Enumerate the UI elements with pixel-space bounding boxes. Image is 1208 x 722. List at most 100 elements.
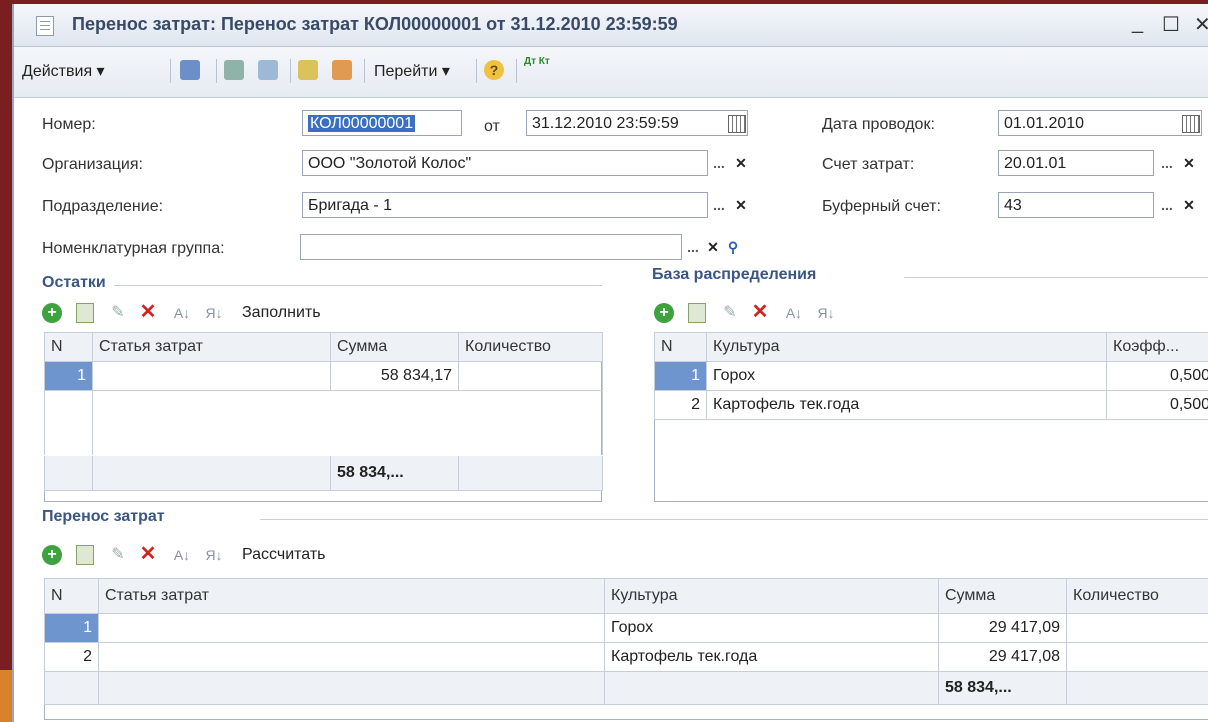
edit-row-icon[interactable]: ✎ (108, 545, 128, 565)
sort-desc-icon[interactable]: Я↓ (816, 303, 836, 323)
nomenclature-group-field[interactable] (300, 234, 682, 260)
sort-asc-icon[interactable]: A↓ (172, 303, 192, 323)
row-number[interactable]: 1 (654, 361, 707, 391)
column-header[interactable]: Количество (458, 332, 603, 362)
post-and-close-icon[interactable] (180, 60, 200, 80)
clear-icon[interactable]: ✕ (730, 192, 752, 218)
minimize-button[interactable]: _ (1132, 12, 1143, 35)
coefficient-cell[interactable]: 0,500 (1106, 361, 1208, 391)
help-icon[interactable]: ? (484, 60, 504, 80)
dt-kt-icon[interactable]: Дт Кт (524, 56, 554, 76)
column-header[interactable]: Количество (1066, 578, 1208, 614)
column-header[interactable]: Культура (604, 578, 939, 614)
column-header[interactable]: Сумма (330, 332, 459, 362)
column-header[interactable]: N (44, 578, 99, 614)
culture-cell[interactable]: Горох (604, 613, 939, 643)
goto-menu[interactable]: Перейти ▾ (374, 61, 450, 81)
close-button[interactable]: ✕ (1194, 12, 1208, 37)
calendar-icon[interactable] (728, 115, 746, 133)
culture-cell[interactable]: Горох (706, 361, 1107, 391)
add-row-icon[interactable]: + (42, 545, 62, 565)
division-field[interactable]: Бригада - 1 (302, 192, 708, 218)
sort-asc-icon[interactable]: A↓ (784, 303, 804, 323)
fill-button[interactable]: Заполнить (242, 304, 321, 322)
quantity-cell[interactable] (1066, 642, 1208, 672)
date-field[interactable]: 31.12.2010 23:59:59 (526, 110, 748, 136)
column-header[interactable]: Коэфф... (1106, 332, 1208, 362)
coefficient-cell[interactable]: 0,500 (1106, 390, 1208, 420)
cost-account-field[interactable]: 20.01.01 (998, 150, 1154, 176)
nomenclature-group-label: Номенклатурная группа: (42, 240, 225, 257)
clear-icon[interactable]: ✕ (1178, 150, 1200, 176)
column-header[interactable]: Статья затрат (92, 332, 331, 362)
unpost-icon[interactable] (332, 60, 352, 80)
division-label: Подразделение: (42, 198, 164, 215)
organization-field[interactable]: ООО "Золотой Колос" (302, 150, 708, 176)
post-icon[interactable] (298, 60, 318, 80)
culture-cell[interactable]: Картофель тек.года (706, 390, 1107, 420)
table-row[interactable]: 1 Горох 0,500 (654, 361, 1208, 391)
select-button[interactable]: ... (1156, 150, 1178, 176)
totals-row: 58 834,... (44, 671, 1208, 705)
copy-row-icon[interactable] (76, 545, 94, 565)
sort-desc-icon[interactable]: Я↓ (204, 303, 224, 323)
clear-icon[interactable]: ✕ (702, 234, 724, 260)
toolbar-separator (516, 59, 517, 83)
search-icon[interactable]: ⚲ (722, 234, 744, 260)
quantity-cell[interactable] (458, 361, 603, 391)
delete-row-icon[interactable]: ✕ (138, 302, 158, 322)
column-header[interactable]: N (654, 332, 707, 362)
add-row-icon[interactable]: + (42, 303, 62, 323)
edit-row-icon[interactable]: ✎ (720, 303, 740, 323)
column-header[interactable]: Сумма (938, 578, 1067, 614)
select-button[interactable]: ... (708, 192, 730, 218)
sort-asc-icon[interactable]: A↓ (172, 545, 192, 565)
refresh-icon[interactable] (224, 60, 244, 80)
buffer-account-label: Буферный счет: (822, 198, 941, 215)
table-row[interactable]: 1 Горох 29 417,09 (44, 613, 1208, 643)
cost-item-cell[interactable] (98, 642, 605, 672)
cost-item-cell[interactable] (92, 361, 331, 391)
delete-row-icon[interactable]: ✕ (138, 544, 158, 564)
column-header[interactable]: N (44, 332, 93, 362)
distribution-toolbar: + ✎ ✕ A↓ Я↓ (654, 300, 954, 326)
clear-icon[interactable]: ✕ (1178, 192, 1200, 218)
maximize-button[interactable]: ☐ (1162, 12, 1180, 37)
column-header[interactable]: Культура (706, 332, 1107, 362)
number-field[interactable]: КОЛ00000001 (302, 110, 462, 136)
add-row-icon[interactable]: + (654, 303, 674, 323)
table-row[interactable]: 1 58 834,17 (44, 361, 603, 391)
table-row[interactable]: 2 Картофель тек.года 29 417,08 (44, 642, 1208, 672)
culture-cell[interactable]: Картофель тек.года (604, 642, 939, 672)
row-number[interactable]: 1 (44, 361, 93, 391)
row-number[interactable]: 1 (44, 613, 99, 643)
copy-row-icon[interactable] (688, 303, 706, 323)
calculate-button[interactable]: Рассчитать (242, 546, 326, 564)
select-button[interactable]: ... (1156, 192, 1178, 218)
row-number[interactable]: 2 (44, 642, 99, 672)
postings-date-field[interactable]: 01.01.2010 (998, 110, 1202, 136)
select-button[interactable]: ... (682, 234, 704, 260)
buffer-account-field[interactable]: 43 (998, 192, 1154, 218)
clear-icon[interactable]: ✕ (730, 150, 752, 176)
column-header[interactable]: Статья затрат (98, 578, 605, 614)
cost-item-cell[interactable] (98, 613, 605, 643)
row-number[interactable]: 2 (654, 390, 707, 420)
delete-row-icon[interactable]: ✕ (750, 302, 770, 322)
table-row[interactable]: 2 Картофель тек.года 0,500 (654, 390, 1208, 420)
title-bar: Перенос затрат: Перенос затрат КОЛ000000… (14, 4, 1208, 47)
sum-cell[interactable]: 29 417,09 (938, 613, 1067, 643)
group-divider (260, 519, 1208, 520)
sum-cell[interactable]: 58 834,17 (330, 361, 459, 391)
copy-document-icon[interactable] (258, 60, 278, 80)
toolbar-separator (476, 59, 477, 83)
edit-row-icon[interactable]: ✎ (108, 303, 128, 323)
document-window: Перенос затрат: Перенос затрат КОЛ000000… (12, 4, 1208, 722)
sum-cell[interactable]: 29 417,08 (938, 642, 1067, 672)
select-button[interactable]: ... (708, 150, 730, 176)
actions-menu[interactable]: Действия ▾ (22, 61, 105, 81)
quantity-cell[interactable] (1066, 613, 1208, 643)
copy-row-icon[interactable] (76, 303, 94, 323)
calendar-icon[interactable] (1182, 115, 1200, 133)
sort-desc-icon[interactable]: Я↓ (204, 545, 224, 565)
